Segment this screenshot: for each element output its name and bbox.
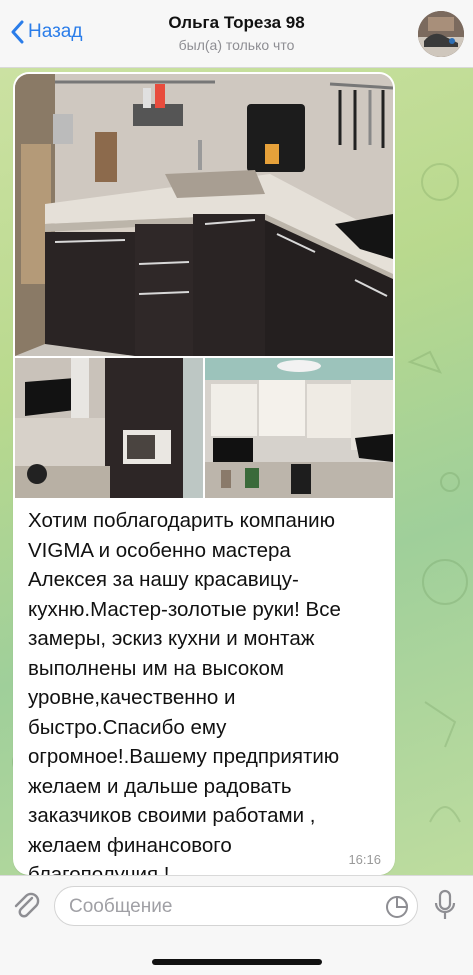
back-label: Назад — [28, 21, 83, 42]
chat-title: Ольга Тореза 98 — [168, 13, 305, 32]
chat-status: был(а) только что — [178, 37, 295, 53]
avatar-image — [418, 11, 464, 57]
sticker-icon — [386, 895, 409, 918]
message-input-field[interactable] — [54, 886, 418, 926]
home-indicator[interactable] — [152, 959, 322, 965]
paperclip-icon — [14, 892, 40, 918]
kitchen-photo-main[interactable] — [15, 74, 393, 356]
voice-message-button[interactable] — [433, 889, 457, 926]
chat-title-area[interactable]: Ольга Тореза 98 был(а) только что — [100, 13, 373, 53]
microphone-icon — [434, 889, 456, 919]
chat-header: Назад Ольга Тореза 98 был(а) только что — [0, 0, 473, 68]
message-composer — [0, 875, 473, 975]
attach-button[interactable] — [12, 890, 40, 925]
sticker-button[interactable] — [385, 895, 409, 924]
avatar[interactable] — [418, 11, 464, 57]
message-text: Хотим поблагодарить компанию VIGMA и осо… — [28, 509, 341, 875]
message-input[interactable] — [69, 894, 369, 920]
back-button[interactable]: Назад — [10, 20, 82, 44]
message-time: 16:16 — [348, 852, 381, 867]
kitchen-photo-right[interactable] — [205, 358, 393, 498]
kitchen-photo-left[interactable] — [15, 358, 203, 498]
message-bubble[interactable]: Хотим поблагодарить компанию VIGMA и осо… — [13, 72, 395, 875]
chevron-left-icon — [11, 20, 24, 44]
